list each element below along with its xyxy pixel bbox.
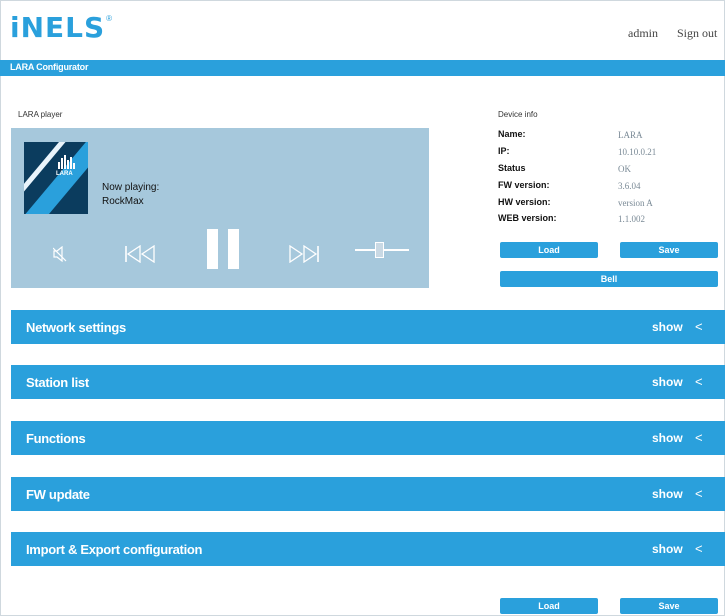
save-button[interactable]: Save xyxy=(620,242,718,258)
station-cover-image: LARA xyxy=(24,142,88,214)
device-info-label: Device info xyxy=(498,110,538,119)
load-button[interactable]: Load xyxy=(500,242,598,258)
page-frame xyxy=(0,0,725,616)
section-show-toggle[interactable]: show xyxy=(652,431,683,445)
section-functions[interactable]: Functions show < xyxy=(11,421,725,455)
info-value-status: OK xyxy=(618,164,631,174)
info-value-name: LARA xyxy=(618,130,643,140)
inels-logo: iNELS ® xyxy=(10,14,112,42)
section-station-list[interactable]: Station list show < xyxy=(11,365,725,399)
section-fw-update[interactable]: FW update show < xyxy=(11,477,725,511)
lara-player: LARA Now playing: RockMax xyxy=(11,128,429,288)
now-playing-label: Now playing: xyxy=(102,182,160,193)
volume-slider[interactable] xyxy=(355,242,409,258)
pause-icon-right-bar xyxy=(228,229,239,269)
page-title: LARA Configurator xyxy=(10,62,89,72)
section-title: Station list xyxy=(26,375,89,390)
info-key-name: Name: xyxy=(498,129,526,139)
chevron-left-icon[interactable]: < xyxy=(695,541,703,556)
section-show-toggle[interactable]: show xyxy=(652,375,683,389)
pause-icon-left-bar xyxy=(207,229,218,269)
now-playing-station: RockMax xyxy=(102,196,144,207)
sign-out-link[interactable]: Sign out xyxy=(677,26,717,41)
info-value-fw-version: 3.6.04 xyxy=(618,181,641,191)
section-title: Network settings xyxy=(26,320,126,335)
equalizer-icon xyxy=(58,155,76,169)
info-key-status: Status xyxy=(498,163,526,173)
section-show-toggle[interactable]: show xyxy=(652,320,683,334)
section-show-toggle[interactable]: show xyxy=(652,542,683,556)
previous-track-icon[interactable] xyxy=(124,245,156,263)
footer-load-button[interactable]: Load xyxy=(500,598,598,614)
admin-link[interactable]: admin xyxy=(628,26,658,41)
logo-registered-mark: ® xyxy=(106,14,113,23)
chevron-left-icon[interactable]: < xyxy=(695,430,703,445)
section-title: Functions xyxy=(26,431,86,446)
section-show-toggle[interactable]: show xyxy=(652,487,683,501)
chevron-left-icon[interactable]: < xyxy=(695,486,703,501)
title-bar: LARA Configurator xyxy=(0,60,725,76)
chevron-left-icon[interactable]: < xyxy=(695,319,703,334)
volume-handle[interactable] xyxy=(375,242,384,258)
section-title: FW update xyxy=(26,487,90,502)
pause-button[interactable] xyxy=(207,229,239,269)
section-network-settings[interactable]: Network settings show < xyxy=(11,310,725,344)
info-key-web-version: WEB version: xyxy=(498,213,557,223)
chevron-left-icon[interactable]: < xyxy=(695,374,703,389)
section-title: Import & Export configuration xyxy=(26,542,203,557)
player-label: LARA player xyxy=(18,110,63,119)
info-key-ip: IP: xyxy=(498,146,510,156)
next-track-icon[interactable] xyxy=(288,245,320,263)
logo-text: iNELS xyxy=(10,11,106,44)
bell-button[interactable]: Bell xyxy=(500,271,718,287)
info-value-ip: 10.10.0.21 xyxy=(618,147,657,157)
info-value-web-version: 1.1.002 xyxy=(618,214,645,224)
info-value-hw-version: version A xyxy=(618,198,653,208)
mute-icon[interactable] xyxy=(53,246,67,262)
info-key-fw-version: FW version: xyxy=(498,180,550,190)
section-import-export-configuration[interactable]: Import & Export configuration show < xyxy=(11,532,725,566)
info-key-hw-version: HW version: xyxy=(498,197,551,207)
footer-save-button[interactable]: Save xyxy=(620,598,718,614)
cover-label: LARA xyxy=(56,171,73,177)
